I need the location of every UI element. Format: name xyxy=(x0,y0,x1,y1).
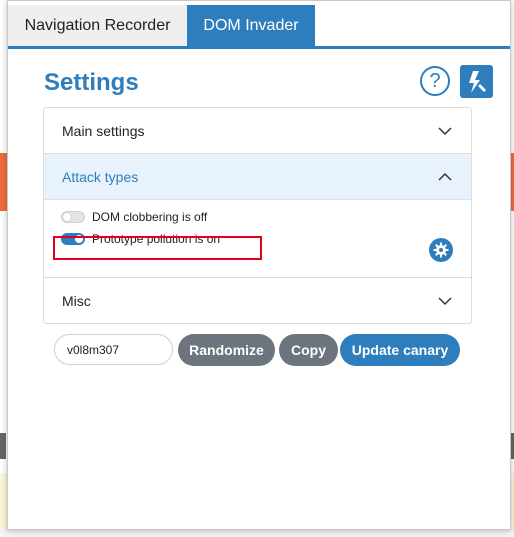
chevron-up-icon xyxy=(438,172,452,181)
tab-dom-invader[interactable]: DOM Invader xyxy=(187,5,315,46)
highlight-box xyxy=(53,236,262,260)
gear-icon xyxy=(433,242,449,258)
tab-bar: Navigation Recorder DOM Invader xyxy=(8,5,510,49)
randomize-button[interactable]: Randomize xyxy=(178,334,275,366)
canary-input[interactable] xyxy=(54,334,173,365)
background-footer xyxy=(0,529,514,537)
background-bar-left xyxy=(0,433,6,459)
prototype-pollution-settings-button[interactable] xyxy=(429,238,453,262)
question-icon: ? xyxy=(429,69,441,92)
dom-clobbering-toggle[interactable] xyxy=(61,211,85,223)
chevron-down-icon xyxy=(438,127,452,136)
chevron-down-icon xyxy=(438,297,452,306)
accordion-attack-types[interactable]: Attack types xyxy=(44,154,471,200)
copy-button[interactable]: Copy xyxy=(279,334,338,366)
settings-accordion: Main settings Attack types DOM clobberin… xyxy=(43,107,472,324)
burp-tool-button[interactable] xyxy=(460,65,493,98)
accordion-attack-types-label: Attack types xyxy=(62,168,139,185)
dom-clobbering-row: DOM clobbering is off xyxy=(61,210,207,224)
accordion-misc-label: Misc xyxy=(62,292,91,309)
tab-navigation-recorder[interactable]: Navigation Recorder xyxy=(8,5,187,46)
accordion-misc[interactable]: Misc xyxy=(44,277,471,323)
dom-invader-popup: Navigation Recorder DOM Invader Settings… xyxy=(7,0,511,530)
attack-types-panel: DOM clobbering is off Prototype pollutio… xyxy=(44,201,471,277)
dom-clobbering-label: DOM clobbering is off xyxy=(92,210,208,224)
page-title: Settings xyxy=(44,69,139,96)
accordion-main-settings[interactable]: Main settings xyxy=(44,108,471,154)
help-button[interactable]: ? xyxy=(420,66,450,96)
accordion-main-settings-label: Main settings xyxy=(62,122,145,139)
update-canary-button[interactable]: Update canary xyxy=(340,334,460,366)
burp-hammer-icon xyxy=(468,70,486,93)
